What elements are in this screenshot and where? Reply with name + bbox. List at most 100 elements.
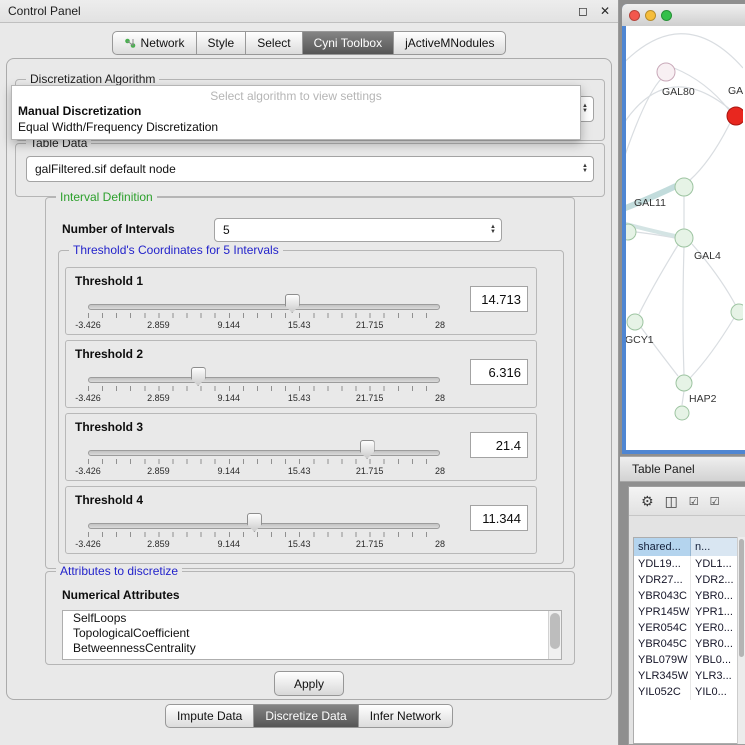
gear-icon[interactable]: ⚙: [641, 493, 654, 510]
threshold-1-value-field[interactable]: 14.713: [470, 286, 528, 312]
network-edge[interactable]: [682, 391, 684, 405]
close-traffic-light[interactable]: [629, 10, 640, 21]
tick-label: 15.43: [288, 539, 311, 549]
threshold-2-value-field[interactable]: 6.316: [470, 359, 528, 385]
tick-label: -3.426: [75, 393, 101, 403]
zoom-traffic-light[interactable]: [661, 10, 672, 21]
tab-discretize-data[interactable]: Discretize Data: [254, 704, 358, 728]
slider-thumb[interactable]: [191, 367, 206, 386]
table-row[interactable]: YER054CYER0...: [634, 620, 737, 636]
network-node[interactable]: [675, 178, 693, 196]
threshold-4-slider[interactable]: -3.4262.8599.14415.4321.71528: [88, 515, 440, 551]
cell-name[interactable]: YDL1...: [691, 556, 737, 572]
threshold-3-slider[interactable]: -3.4262.8599.14415.4321.71528: [88, 442, 440, 478]
close-window-icon[interactable]: ✕: [600, 4, 610, 18]
number-of-intervals-combo[interactable]: 5 ▲ ▼: [214, 218, 502, 242]
column-header-shared-name[interactable]: shared...: [634, 538, 691, 556]
table-row[interactable]: YPR145WYPR1...: [634, 604, 737, 620]
apply-button[interactable]: Apply: [274, 671, 344, 696]
tick-label: 9.144: [218, 393, 241, 403]
network-node[interactable]: [657, 63, 675, 81]
tick-label: 21.715: [356, 466, 384, 476]
minimize-traffic-light[interactable]: [645, 10, 656, 21]
table-panel-header[interactable]: Table Panel: [620, 456, 745, 482]
list-scrollbar[interactable]: [548, 611, 561, 659]
table-row[interactable]: YIL052CYIL0...: [634, 684, 737, 700]
threshold-1-slider[interactable]: -3.4262.8599.14415.4321.71528: [88, 296, 440, 332]
table-row[interactable]: YDR27...YDR2...: [634, 572, 737, 588]
network-node[interactable]: [675, 406, 689, 420]
table-scrollbar[interactable]: [737, 537, 745, 744]
column-header-name[interactable]: n...: [691, 538, 737, 556]
cell-name[interactable]: YER0...: [691, 620, 737, 636]
cell-shared-name[interactable]: YBR043C: [634, 588, 691, 604]
cell-name[interactable]: YBR0...: [691, 636, 737, 652]
cell-name[interactable]: YIL0...: [691, 684, 737, 700]
network-window-titlebar: [622, 4, 745, 26]
dropdown-option-equal-width-frequency[interactable]: Equal Width/Frequency Discretization: [12, 119, 580, 135]
cell-shared-name[interactable]: YBR045C: [634, 636, 691, 652]
table-row[interactable]: YDL19...YDL1...: [634, 556, 737, 572]
cell-shared-name[interactable]: YDR27...: [634, 572, 691, 588]
float-window-icon[interactable]: ◻: [578, 4, 588, 18]
tab-style[interactable]: Style: [197, 31, 247, 55]
tab-jactivemodules[interactable]: jActiveMNodules: [394, 31, 506, 55]
network-canvas[interactable]: GAL80GAGAL11GAL4GCY1HAP2: [626, 26, 745, 450]
network-node[interactable]: [731, 304, 743, 320]
tab-cyni-toolbox[interactable]: Cyni Toolbox: [303, 31, 394, 55]
cell-shared-name[interactable]: YPR145W: [634, 604, 691, 620]
slider-thumb[interactable]: [247, 513, 262, 532]
cell-name[interactable]: YBR0...: [691, 588, 737, 604]
list-item[interactable]: BetweennessCentrality: [63, 641, 561, 656]
cell-name[interactable]: YPR1...: [691, 604, 737, 620]
tab-network[interactable]: Network: [112, 31, 197, 55]
columns-icon[interactable]: ◫: [665, 493, 678, 510]
select-none-icon[interactable]: ☑: [710, 495, 720, 508]
network-edge[interactable]: [683, 247, 684, 375]
table-scrollbar-thumb[interactable]: [739, 539, 744, 657]
list-item[interactable]: TopologicalCoefficient: [63, 626, 561, 641]
slider-thumb[interactable]: [285, 294, 300, 313]
cell-shared-name[interactable]: YDL19...: [634, 556, 691, 572]
cell-shared-name[interactable]: YLR345W: [634, 668, 691, 684]
network-edge[interactable]: [690, 123, 730, 180]
cell-shared-name[interactable]: YER054C: [634, 620, 691, 636]
cell-shared-name[interactable]: YBL079W: [634, 652, 691, 668]
network-edge[interactable]: [639, 245, 678, 314]
slider-track[interactable]: [88, 377, 440, 383]
table-row[interactable]: YLR345WYLR3...: [634, 668, 737, 684]
network-edge[interactable]: [626, 34, 743, 71]
network-node[interactable]: [675, 229, 693, 247]
bottom-tab-bar: Impute Data Discretize Data Infer Networ…: [0, 704, 618, 728]
table-row[interactable]: YBR045CYBR0...: [634, 636, 737, 652]
threshold-4-value-field[interactable]: 11.344: [470, 505, 528, 531]
table-data-combo[interactable]: galFiltered.sif default node ▲ ▼: [26, 156, 594, 182]
window-title: Control Panel: [8, 4, 81, 18]
cell-name[interactable]: YDR2...: [691, 572, 737, 588]
network-edge[interactable]: [690, 318, 734, 378]
slider-thumb[interactable]: [360, 440, 375, 459]
slider-track[interactable]: [88, 304, 440, 310]
slider-track[interactable]: [88, 523, 440, 529]
tab-infer-network[interactable]: Infer Network: [359, 704, 453, 728]
table-row[interactable]: YBL079WYBL0...: [634, 652, 737, 668]
list-item[interactable]: SelfLoops: [63, 611, 561, 626]
table-data-combo-value: galFiltered.sif default node: [35, 162, 176, 176]
network-node[interactable]: [676, 375, 692, 391]
dropdown-option-manual-discretization[interactable]: Manual Discretization: [12, 103, 580, 119]
cell-name[interactable]: YBL0...: [691, 652, 737, 668]
list-scrollbar-thumb[interactable]: [550, 613, 560, 649]
tab-select[interactable]: Select: [246, 31, 302, 55]
tab-impute-data[interactable]: Impute Data: [165, 704, 254, 728]
tick-label: -3.426: [75, 539, 101, 549]
cell-name[interactable]: YLR3...: [691, 668, 737, 684]
select-all-icon[interactable]: ☑: [689, 495, 699, 508]
threshold-3-value-field[interactable]: 21.4: [470, 432, 528, 458]
cell-shared-name[interactable]: YIL052C: [634, 684, 691, 700]
attributes-group-label: Attributes to discretize: [56, 564, 182, 578]
threshold-2-slider[interactable]: -3.4262.8599.14415.4321.71528: [88, 369, 440, 405]
network-node[interactable]: [627, 314, 643, 330]
network-node[interactable]: [727, 107, 743, 125]
slider-track[interactable]: [88, 450, 440, 456]
table-row[interactable]: YBR043CYBR0...: [634, 588, 737, 604]
